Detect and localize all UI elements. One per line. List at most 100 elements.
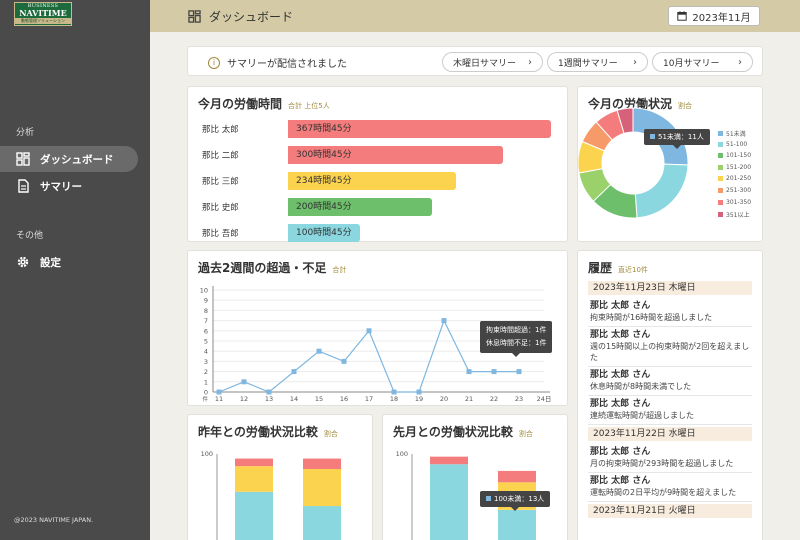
sidebar-item-settings-label: 設定 (40, 256, 61, 269)
data-point (316, 348, 322, 354)
y-tick-label: 10 (200, 287, 208, 295)
data-point (366, 328, 372, 334)
legend-swatch (718, 212, 723, 218)
history-title-text: 履歴 (588, 261, 613, 275)
y-tick-label: 9 (204, 297, 208, 305)
legend-item: 351以上 (718, 210, 749, 219)
sidebar-item-summary[interactable]: サマリー (0, 173, 138, 199)
y-tick-label: 3 (204, 358, 208, 366)
data-point (516, 369, 522, 375)
legend-swatch (718, 141, 723, 147)
data-point (216, 389, 222, 395)
history-item[interactable]: 那比 太郎 さん 週の15時間以上の拘束時間が2回を超えました (588, 327, 752, 367)
hours-bar: 300時間45分 (288, 146, 503, 164)
weekly-summary-label: 1週間サマリー (558, 58, 618, 69)
history-item-name: 那比 太郎 さん (590, 330, 651, 340)
page-title-text: ダッシュボード (209, 10, 294, 24)
history-item[interactable]: 那比 太郎 さん 拘束時間が16時間を超過しました (588, 298, 752, 327)
legend-item: 251-300 (718, 187, 751, 194)
last-month-comparison-card: 先月との労働状況比較 割合 100 100未満：13人 (382, 414, 568, 540)
x-tick-label: 23 (515, 395, 523, 403)
hours-bar: 200時間45分 (288, 198, 432, 216)
y-tick-label: 0 (204, 389, 208, 397)
legend-label: 151-200 (726, 163, 752, 171)
y-tick-label: 2 (204, 368, 208, 376)
data-point (391, 389, 397, 395)
history-item[interactable]: 那比 太郎 さん運転時間の2日平均が9時間を超えました (588, 473, 752, 502)
legend-item: 51未満 (718, 129, 746, 138)
history-date-header: 2023年11月22日 水曜日 (588, 427, 752, 441)
thursday-summary-label: 木曜日サマリー (453, 58, 517, 69)
history-item[interactable]: 那比 太郎 さん 連続運転時間が超過しました (588, 396, 752, 425)
y-tick-label: 8 (204, 307, 208, 315)
y-tick-label: 4 (204, 348, 208, 356)
legend-item: 151-200 (718, 164, 751, 171)
history-item-text: 連続運転時間が超過しました (590, 411, 694, 420)
y-tick-label: 100 (396, 450, 408, 458)
brand-logo[interactable]: BUSINESS NAVITIME 動態管理ソリューション (14, 2, 72, 26)
x-tick-label: 20 (440, 395, 448, 403)
x-tick-label: 14 (290, 395, 298, 403)
brand-line2: NAVITIME (19, 8, 67, 18)
chevron-right-icon: › (528, 56, 532, 68)
dashboard-icon (188, 10, 201, 23)
legend-label: 251-300 (726, 187, 752, 194)
document-icon (18, 179, 29, 193)
y-tick-label: 6 (204, 327, 208, 335)
hours-bar: 100時間45分 (288, 224, 360, 242)
data-point (341, 358, 347, 364)
copyright: @2023 NAVITIME JAPAN. (14, 516, 94, 524)
dashboard-icon (16, 152, 30, 166)
legend-label: 351以上 (726, 212, 750, 220)
monthly-hours-title-text: 今月の労働時間 (198, 97, 283, 111)
info-icon: i (208, 56, 220, 69)
y-tick-label: 1 (204, 378, 208, 386)
sidebar-item-settings[interactable]: 設定 (0, 249, 138, 275)
x-tick-label: 18 (390, 395, 398, 403)
weekly-summary-button[interactable]: 1週間サマリー › (547, 52, 648, 72)
data-point (291, 369, 297, 375)
history-date-header: 2023年11月23日 木曜日 (588, 281, 752, 295)
line-tooltip-line2: 休息時間不足：1件 (486, 339, 547, 347)
history-item-name: 那比 太郎 さん (590, 476, 651, 486)
legend-swatch (718, 164, 723, 170)
last-year-stacked-chart: 100 (201, 450, 341, 540)
data-point (466, 369, 472, 375)
october-summary-button[interactable]: 10月サマリー › (652, 52, 753, 72)
history-item[interactable]: 那比 太郎 さん 休息時間が8時間未満でした (588, 367, 752, 396)
overtime-card: 過去2週間の超過・不足 合計 0 1 2 3 4 5 6 7 8 9 10 件 11 12 13 14 15 16 1… (187, 250, 568, 406)
history-item-name: 那比 太郎 さん (590, 447, 651, 457)
history-item-text: 拘束時間が16時間を超過しました (590, 313, 713, 322)
chevron-right-icon: › (738, 56, 742, 68)
month-picker-label: 2023年11月 (692, 12, 751, 24)
legend-swatch (718, 131, 723, 136)
stack-tooltip-text: 100未満：13人 (494, 495, 545, 503)
data-point (266, 389, 272, 395)
stack-segment (303, 469, 341, 507)
summary-notification-bar: i サマリーが配信されました 木曜日サマリー › 1週間サマリー › 10月サマリー… (187, 46, 763, 76)
history-item[interactable]: 那比 太郎 さん月の拘束時間が293時間を超過しました (588, 444, 752, 473)
legend-label: 101-150 (726, 152, 752, 160)
y-unit-label: 件 (202, 395, 208, 403)
stack-segment (235, 466, 273, 492)
october-summary-label: 10月サマリー (663, 58, 720, 69)
x-tick-label: 22 (490, 395, 498, 403)
sidebar-item-dashboard[interactable]: ダッシュボード (0, 146, 138, 172)
calendar-icon (677, 11, 688, 21)
page-title: ダッシュボード (188, 8, 293, 25)
y-tick-label: 7 (204, 317, 208, 325)
hours-bar: 234時間45分 (288, 172, 456, 190)
month-picker-button[interactable]: 2023年11月 (668, 6, 760, 26)
history-date-header: 2023年11月21日 火曜日 (588, 504, 752, 518)
x-tick-label: 24日 (537, 395, 552, 403)
stack-tooltip: 100未満：13人 (480, 491, 551, 511)
thursday-summary-button[interactable]: 木曜日サマリー › (442, 52, 543, 72)
hours-row-name: 那比 吾郎 (202, 229, 239, 239)
legend-item: 201-250 (718, 175, 751, 182)
line-tooltip-line1: 拘束時間超過：1件 (486, 326, 547, 334)
tooltip-swatch (650, 134, 655, 139)
history-title: 履歴 直近10件 (588, 259, 648, 276)
history-item-text: 運転時間の2日平均が9時間を超えました (590, 488, 737, 497)
history-item-text: 月の拘束時間が293時間を超過しました (590, 459, 734, 468)
x-tick-label: 19 (415, 395, 423, 403)
